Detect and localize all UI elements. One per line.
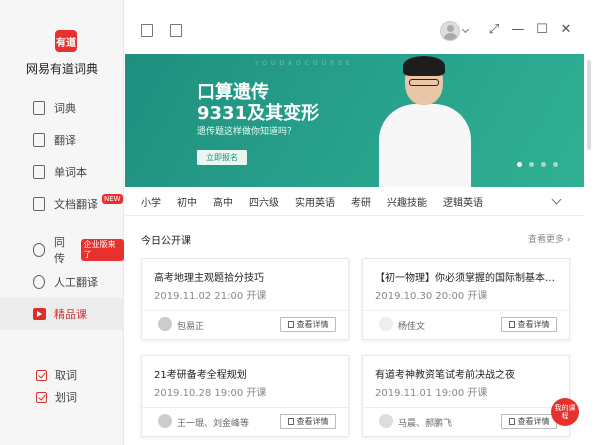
document-icon: [33, 197, 45, 211]
course-card[interactable]: 21考研备考全程规划 2019.10.28 19:00 开课 王一琨、刘金峰等 …: [141, 355, 349, 437]
video-course-icon: [33, 308, 46, 320]
document-icon: [508, 418, 515, 425]
register-button[interactable]: 立即报名: [197, 150, 247, 165]
chevron-down-icon[interactable]: [461, 25, 470, 34]
minimize-icon[interactable]: —: [511, 23, 525, 37]
tab-practical-english[interactable]: 实用英语: [295, 194, 335, 209]
course-title: 21考研备考全程规划: [154, 370, 247, 381]
app-name: 网易有道词典: [25, 62, 98, 76]
course-title: 高考地理主观题拾分技巧: [154, 273, 264, 284]
checkbox-icon[interactable]: [36, 391, 47, 403]
sidebar-item-translate[interactable]: 翻译: [0, 124, 124, 156]
notes-icon[interactable]: [141, 24, 153, 37]
sidebar: 有道 网易有道词典 词典 翻译 单词本 文档翻译 NEW 同传 企业版来了 人工…: [0, 0, 124, 445]
teacher-photo: [377, 54, 473, 187]
banner-subtitle: 遗传题这样做你知道吗？: [197, 127, 297, 137]
document-icon: [287, 418, 294, 425]
sidebar-item-label: 单词本: [54, 166, 87, 179]
course-date: 2019.10.30 20:00 开课: [375, 291, 488, 302]
course-title: 【初一物理】你必须掌握的国际制基本单位: [375, 273, 561, 284]
checkbox-icon[interactable]: [36, 369, 47, 381]
tab-primary[interactable]: 小学: [141, 194, 161, 209]
tab-skills[interactable]: 兴趣技能: [387, 194, 427, 209]
chevron-down-icon[interactable]: [551, 194, 562, 205]
cloud-icon: [33, 243, 45, 257]
view-details-button[interactable]: 查看详情: [280, 414, 336, 429]
teacher-name: 杨佳文: [398, 322, 426, 332]
sidebar-item-label: 翻译: [54, 134, 76, 147]
teacher-avatar: [158, 414, 172, 428]
section-title: 今日公开课: [141, 236, 191, 247]
app-logo: 有道: [55, 30, 77, 52]
top-bar: ⤢ — ☐ ✕: [125, 0, 600, 54]
carousel-dot[interactable]: [541, 162, 546, 167]
human-translate-icon: [33, 275, 45, 289]
teacher-avatar: [158, 317, 172, 331]
carousel-dot[interactable]: [553, 162, 558, 167]
teacher-avatar: [379, 414, 393, 428]
enterprise-badge: 企业版来了: [80, 239, 124, 261]
my-courses-button[interactable]: 我的课程: [551, 398, 579, 426]
document-icon: [287, 321, 294, 328]
course-date: 2019.11.01 19:00 开课: [375, 388, 488, 399]
sidebar-toggles: 取词 划词: [0, 364, 124, 408]
carousel-dot[interactable]: [517, 162, 522, 167]
sidebar-item-courses[interactable]: 精品课: [0, 298, 124, 330]
tab-cet[interactable]: 四六级: [249, 194, 279, 209]
toggle-label: 取词: [55, 369, 77, 382]
view-details-button[interactable]: 查看详情: [280, 317, 336, 332]
tab-postgrad[interactable]: 考研: [351, 194, 371, 209]
promo-banner[interactable]: YOUDAOCOURSE 口算遗传 9331及其变形 遗传题这样做你知道吗？ 立…: [125, 54, 584, 187]
sidebar-item-label: 同传: [54, 236, 65, 265]
new-badge: NEW: [102, 194, 123, 204]
course-title: 有道考神教资笔试考前决战之夜: [375, 370, 515, 381]
banner-watermark: YOUDAOCOURSE: [255, 60, 354, 67]
document-icon: [508, 321, 515, 328]
sidebar-item-label: 人工翻译: [54, 276, 98, 289]
sidebar-item-label: 精品课: [54, 308, 87, 321]
sidebar-item-dictionary[interactable]: 词典: [0, 92, 124, 124]
banner-title-line2: 9331及其变形: [197, 103, 320, 124]
see-more-link[interactable]: 查看更多 ›: [528, 232, 570, 245]
app-window: 有道 网易有道词典 词典 翻译 单词本 文档翻译 NEW 同传 企业版来了 人工…: [0, 0, 600, 445]
maximize-icon[interactable]: ☐: [535, 23, 549, 37]
course-card[interactable]: 高考地理主观题拾分技巧 2019.11.02 21:00 开课 包易正 查看详情: [141, 258, 349, 340]
teacher-avatar: [379, 317, 393, 331]
scrollbar[interactable]: [587, 60, 591, 150]
carousel-dots: [517, 162, 558, 167]
category-tabs: 小学 初中 高中 四六级 实用英语 考研 兴趣技能 逻辑英语: [125, 188, 584, 216]
sidebar-item-simultaneous[interactable]: 同传 企业版来了: [0, 234, 124, 266]
sidebar-item-document-translate[interactable]: 文档翻译 NEW: [0, 188, 124, 220]
teacher-name: 马晨、郝鹏飞: [398, 419, 453, 429]
sidebar-nav: 词典 翻译 单词本 文档翻译 NEW 同传 企业版来了 人工翻译 精品课: [0, 92, 124, 330]
carousel-dot[interactable]: [529, 162, 534, 167]
teacher-name: 王一琨、刘金峰等: [177, 419, 250, 429]
close-icon[interactable]: ✕: [559, 23, 573, 37]
avatar[interactable]: [440, 21, 460, 41]
course-card[interactable]: 【初一物理】你必须掌握的国际制基本单位 2019.10.30 20:00 开课 …: [362, 258, 570, 340]
toggle-word-capture[interactable]: 取词: [0, 364, 124, 386]
view-details-button[interactable]: 查看详情: [501, 317, 557, 332]
translate-icon: [33, 133, 45, 147]
screenshot-icon[interactable]: [170, 24, 182, 37]
sidebar-item-label: 词典: [54, 102, 76, 115]
course-card[interactable]: 有道考神教资笔试考前决战之夜 2019.11.01 19:00 开课 马晨、郝鹏…: [362, 355, 570, 437]
sidebar-item-human-translate[interactable]: 人工翻译: [0, 266, 124, 298]
sidebar-item-wordbook[interactable]: 单词本: [0, 156, 124, 188]
sidebar-item-label: 文档翻译: [54, 198, 98, 211]
mini-mode-icon[interactable]: ⤢: [487, 23, 501, 37]
view-details-button[interactable]: 查看详情: [501, 414, 557, 429]
course-date: 2019.10.28 19:00 开课: [154, 388, 267, 399]
tab-junior[interactable]: 初中: [177, 194, 197, 209]
dictionary-icon: [33, 101, 45, 115]
toggle-label: 划词: [55, 391, 77, 404]
teacher-name: 包易正: [177, 322, 205, 332]
course-date: 2019.11.02 21:00 开课: [154, 291, 267, 302]
tab-logic-english[interactable]: 逻辑英语: [443, 194, 483, 209]
wordbook-icon: [33, 165, 45, 179]
tab-senior[interactable]: 高中: [213, 194, 233, 209]
toggle-select-translate[interactable]: 划词: [0, 386, 124, 408]
